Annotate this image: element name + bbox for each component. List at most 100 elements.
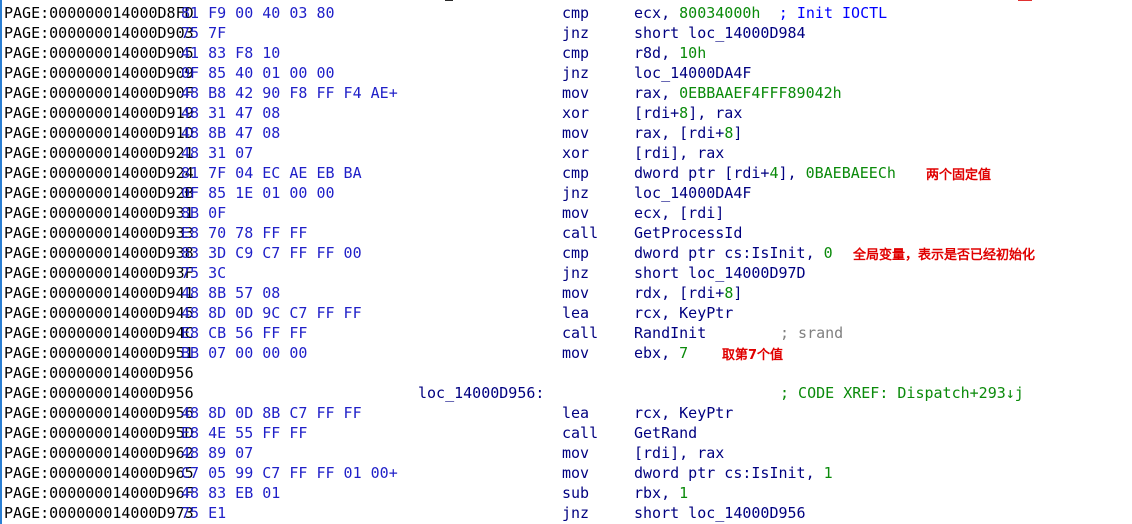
instruction-operands[interactable]: short loc_14000D956 (634, 503, 806, 523)
instruction-operands[interactable]: rax, 0EBBAAEF4FFF89042h (634, 83, 842, 103)
code-line[interactable]: PAGE:000000014000D951 BB 07 00 00 00 mov eb… (4, 343, 1129, 363)
line-address[interactable]: PAGE:000000014000D956 (4, 383, 194, 403)
instruction-mnemonic[interactable]: lea (562, 303, 589, 323)
code-line[interactable]: PAGE:000000014000D903 75 7F jnz short loc_1… (4, 23, 1129, 43)
line-address[interactable]: PAGE:000000014000D962 (4, 443, 194, 463)
opcode-bytes[interactable]: C7 05 99 C7 FF FF 01 00+ (181, 463, 398, 483)
instruction-mnemonic[interactable]: cmp (562, 243, 589, 263)
instruction-mnemonic[interactable]: call (562, 223, 598, 243)
opcode-bytes[interactable]: 81 F9 00 40 03 80 (181, 3, 335, 23)
instruction-mnemonic[interactable]: mov (562, 283, 589, 303)
code-line[interactable]: PAGE:000000014000D956 loc_14000D956: ; COD… (4, 383, 1129, 403)
code-line[interactable]: PAGE:000000014000D973 75 E1 jnz short loc_1… (4, 503, 1129, 523)
line-address[interactable]: PAGE:000000014000D956 (4, 403, 194, 423)
instruction-mnemonic[interactable]: cmp (562, 3, 589, 23)
instruction-operands[interactable]: [rdi+8], rax (634, 103, 742, 123)
instruction-operands[interactable]: [rdi], rax (634, 443, 724, 463)
code-line[interactable]: PAGE:000000014000D931 8B 0F mov ecx, [rdi] (4, 203, 1129, 223)
instruction-mnemonic[interactable]: xor (562, 143, 589, 163)
opcode-bytes[interactable]: 48 83 EB 01 (181, 483, 280, 503)
line-address[interactable]: PAGE:000000014000D931 (4, 203, 194, 223)
line-address[interactable]: PAGE:000000014000D94C (4, 323, 194, 343)
code-line[interactable]: PAGE:000000014000D95D E8 4E 55 FF FF call G… (4, 423, 1129, 443)
code-line[interactable]: PAGE:000000014000D921 48 31 07 xor [rdi], r… (4, 143, 1129, 163)
instruction-mnemonic[interactable]: lea (562, 403, 589, 423)
opcode-bytes[interactable]: E8 70 78 FF FF (181, 223, 307, 243)
opcode-bytes[interactable]: BB 07 00 00 00 (181, 343, 307, 363)
instruction-operands[interactable]: loc_14000DA4F (634, 63, 751, 83)
instruction-operands[interactable]: ecx, 80034000h (634, 3, 760, 23)
line-address[interactable]: PAGE:000000014000D956 (4, 363, 194, 383)
line-address[interactable]: PAGE:000000014000D938 (4, 243, 194, 263)
code-line[interactable]: PAGE:000000014000D96F 48 83 EB 01 sub rbx, … (4, 483, 1129, 503)
opcode-bytes[interactable]: 0F 85 1E 01 00 00 (181, 183, 335, 203)
instruction-mnemonic[interactable]: jnz (562, 503, 589, 523)
instruction-operands[interactable]: ebx, 7 (634, 343, 688, 363)
line-address[interactable]: PAGE:000000014000D96F (4, 483, 194, 503)
code-label[interactable]: loc_14000D956: (418, 383, 544, 403)
opcode-bytes[interactable]: 83 3D C9 C7 FF FF 00 (181, 243, 362, 263)
line-address[interactable]: PAGE:000000014000D945 (4, 303, 194, 323)
line-address[interactable]: PAGE:000000014000D8FD (4, 3, 194, 23)
line-address[interactable]: PAGE:000000014000D905 (4, 43, 194, 63)
instruction-mnemonic[interactable]: jnz (562, 23, 589, 43)
line-address[interactable]: PAGE:000000014000D973 (4, 503, 194, 523)
instruction-mnemonic[interactable]: mov (562, 83, 589, 103)
instruction-mnemonic[interactable]: jnz (562, 63, 589, 83)
opcode-bytes[interactable]: 75 E1 (181, 503, 226, 523)
code-line[interactable]: PAGE:000000014000D909 0F 85 40 01 00 00 jn… (4, 63, 1129, 83)
code-line[interactable]: PAGE:000000014000D93F 75 3C jnz short loc_1… (4, 263, 1129, 283)
instruction-operands[interactable]: rdx, [rdi+8] (634, 283, 742, 303)
opcode-bytes[interactable]: 75 7F (181, 23, 226, 43)
code-line[interactable]: PAGE:000000014000D92B 0F 85 1E 01 00 00 jn… (4, 183, 1129, 203)
line-address[interactable]: PAGE:000000014000D919 (4, 103, 194, 123)
code-line[interactable]: PAGE:000000014000D905 41 83 F8 10 cmp r8d, … (4, 43, 1129, 63)
line-address[interactable]: PAGE:000000014000D951 (4, 343, 194, 363)
opcode-bytes[interactable]: 0F 85 40 01 00 00 (181, 63, 335, 83)
code-line[interactable]: PAGE:000000014000D941 48 8B 57 08 mov rdx, … (4, 283, 1129, 303)
instruction-operands[interactable]: loc_14000DA4F (634, 183, 751, 203)
opcode-bytes[interactable]: E8 4E 55 FF FF (181, 423, 307, 443)
instruction-mnemonic[interactable]: mov (562, 343, 589, 363)
line-address[interactable]: PAGE:000000014000D95D (4, 423, 194, 443)
code-line[interactable]: PAGE:000000014000D933 E8 70 78 FF FF call G… (4, 223, 1129, 243)
instruction-mnemonic[interactable]: mov (562, 443, 589, 463)
instruction-mnemonic[interactable]: jnz (562, 183, 589, 203)
instruction-mnemonic[interactable]: cmp (562, 163, 589, 183)
instruction-mnemonic[interactable]: mov (562, 203, 589, 223)
line-address[interactable]: PAGE:000000014000D909 (4, 63, 194, 83)
instruction-operands[interactable]: [rdi], rax (634, 143, 724, 163)
instruction-operands[interactable]: GetProcessId (634, 223, 742, 243)
instruction-operands[interactable]: dword ptr [rdi+4], 0BAEBAEECh (634, 163, 896, 183)
line-address[interactable]: PAGE:000000014000D924 (4, 163, 194, 183)
opcode-bytes[interactable]: 48 8B 47 08 (181, 123, 280, 143)
opcode-bytes[interactable]: E8 CB 56 FF FF (181, 323, 307, 343)
instruction-operands[interactable]: GetRand (634, 423, 697, 443)
code-line[interactable]: PAGE:000000014000D956 48 8D 0D 8B C7 FF F… (4, 403, 1129, 423)
code-line[interactable]: PAGE:000000014000D94C E8 CB 56 FF FF call R… (4, 323, 1129, 343)
instruction-operands[interactable]: short loc_14000D97D (634, 263, 806, 283)
instruction-operands[interactable]: short loc_14000D984 (634, 23, 806, 43)
code-line[interactable]: PAGE:000000014000D945 48 8D 0D 9C C7 FF F… (4, 303, 1129, 323)
code-line[interactable]: PAGE:000000014000D919 48 31 47 08 xor [rdi+… (4, 103, 1129, 123)
instruction-mnemonic[interactable]: call (562, 323, 598, 343)
opcode-bytes[interactable]: 48 89 07 (181, 443, 253, 463)
instruction-operands[interactable]: rcx, KeyPtr (634, 303, 733, 323)
instruction-mnemonic[interactable]: xor (562, 103, 589, 123)
instruction-mnemonic[interactable]: sub (562, 483, 589, 503)
instruction-operands[interactable]: dword ptr cs:IsInit, 1 (634, 463, 833, 483)
instruction-operands[interactable]: r8d, 10h (634, 43, 706, 63)
opcode-bytes[interactable]: 81 7F 04 EC AE EB BA (181, 163, 362, 183)
line-address[interactable]: PAGE:000000014000D941 (4, 283, 194, 303)
opcode-bytes[interactable]: 48 31 07 (181, 143, 253, 163)
instruction-operands[interactable]: dword ptr cs:IsInit, 0 (634, 243, 833, 263)
code-line[interactable]: PAGE:000000014000D956 (4, 363, 1129, 383)
line-address[interactable]: PAGE:000000014000D90F (4, 83, 194, 103)
opcode-bytes[interactable]: 48 B8 42 90 F8 FF F4 AE+ (181, 83, 398, 103)
code-line[interactable]: PAGE:000000014000D962 48 89 07 mov [rdi], r… (4, 443, 1129, 463)
instruction-mnemonic[interactable]: mov (562, 463, 589, 483)
opcode-bytes[interactable]: 48 8D 0D 8B C7 FF FF (181, 403, 362, 423)
line-address[interactable]: PAGE:000000014000D965 (4, 463, 194, 483)
line-address[interactable]: PAGE:000000014000D903 (4, 23, 194, 43)
code-line[interactable]: PAGE:000000014000D8FD 81 F9 00 40 03 80 cm… (4, 3, 1129, 23)
